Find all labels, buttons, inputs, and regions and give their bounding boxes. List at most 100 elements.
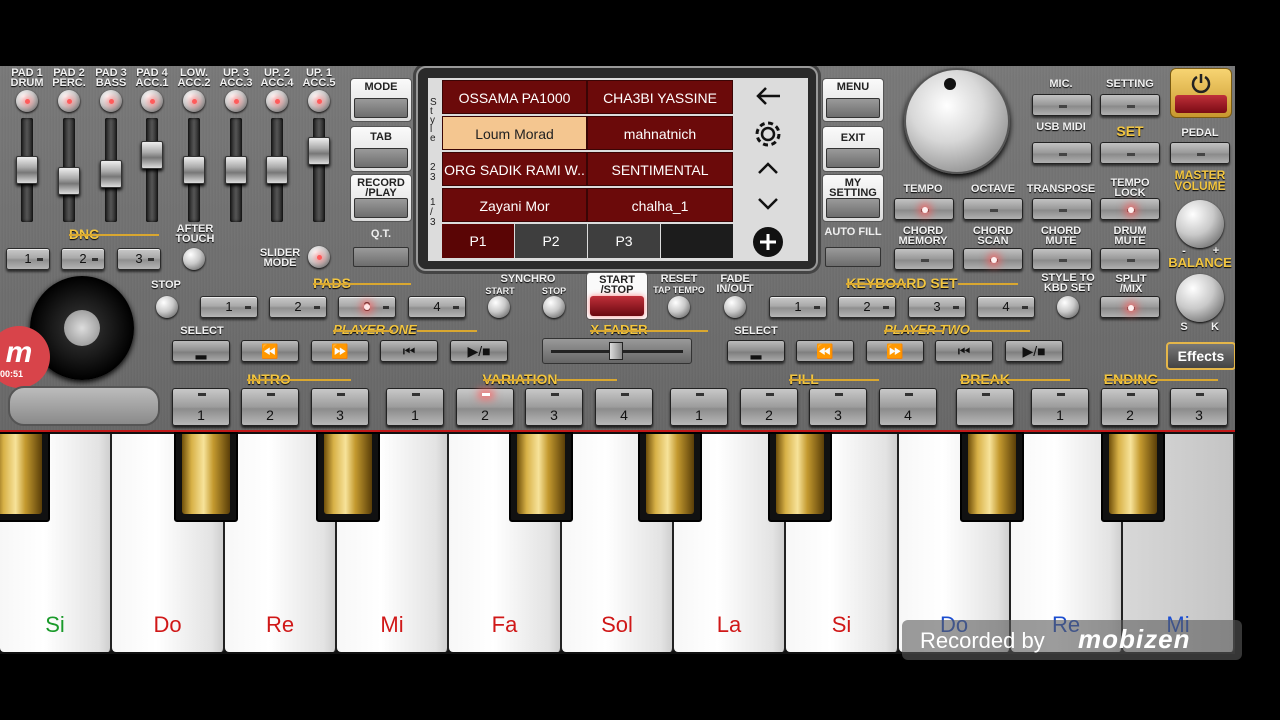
chord-scan-button[interactable] <box>963 248 1023 270</box>
kbd-set-button-2[interactable]: 2 <box>838 296 896 318</box>
fill-button-2[interactable]: 2 <box>740 388 798 426</box>
fill-button-4[interactable]: 4 <box>879 388 937 426</box>
black-key-2[interactable] <box>174 432 238 522</box>
x-fader[interactable] <box>542 338 692 364</box>
variation-button-3[interactable]: 3 <box>525 388 583 426</box>
gear-icon[interactable] <box>752 118 784 150</box>
set-button[interactable] <box>1100 142 1160 164</box>
page-tab-1[interactable]: P1 <box>442 224 514 258</box>
dnc-button-2[interactable]: 2 <box>61 248 105 270</box>
pads-stop-knob[interactable] <box>156 296 178 318</box>
sync-start-knob[interactable] <box>488 296 510 318</box>
pedal-button[interactable] <box>1170 142 1230 164</box>
black-key-5[interactable] <box>638 432 702 522</box>
mixer-fader-2[interactable] <box>58 167 80 196</box>
style-cell-3[interactable]: Loum Morad <box>442 116 587 150</box>
pitch-bend-bar[interactable] <box>8 386 160 426</box>
usb-midi-button[interactable] <box>1032 142 1092 164</box>
mixer-fader-7[interactable] <box>266 156 288 184</box>
octave-button[interactable] <box>963 198 1023 220</box>
player-one-prev-button[interactable]: ⏮ <box>380 340 438 362</box>
style-cell-7[interactable]: Zayani Mor <box>442 188 587 222</box>
my-setting-button[interactable]: MY SETTING <box>822 174 884 222</box>
mixer-knob-6[interactable] <box>225 90 247 112</box>
mixer-knob-8[interactable] <box>308 90 330 112</box>
drum-mute-button[interactable] <box>1100 248 1160 270</box>
pad-button-3[interactable]: 3 <box>338 296 396 318</box>
mixer-fader-4[interactable] <box>141 140 163 169</box>
intro-button-1[interactable]: 1 <box>172 388 230 426</box>
variation-button-4[interactable]: 4 <box>595 388 653 426</box>
tempo-dial[interactable] <box>904 68 1010 174</box>
style-cell-5[interactable]: ORG SADIK RAMI W.. <box>442 152 587 186</box>
add-icon[interactable] <box>752 226 784 258</box>
mixer-knob-2[interactable] <box>58 90 80 112</box>
qt-button[interactable]: Q.T. <box>350 226 412 270</box>
intro-button-2[interactable]: 2 <box>241 388 299 426</box>
kbd-set-button-4[interactable]: 4 <box>977 296 1035 318</box>
black-key-1[interactable] <box>0 432 50 522</box>
effects-button[interactable]: Effects <box>1166 342 1235 370</box>
mixer-knob-3[interactable] <box>100 90 122 112</box>
fade-knob[interactable] <box>724 296 746 318</box>
player-one-rewind-button[interactable]: ⏪ <box>241 340 299 362</box>
dnc-button-1[interactable]: 1 <box>6 248 50 270</box>
mixer-fader-5[interactable] <box>183 156 205 184</box>
style-to-kbd-knob[interactable] <box>1057 296 1079 318</box>
mixer-fader-3[interactable] <box>100 159 122 188</box>
chevron-down-icon[interactable] <box>756 196 780 212</box>
player-two-select-button[interactable]: ▂ <box>727 340 785 362</box>
pad-button-4[interactable]: 4 <box>408 296 466 318</box>
style-cell-6[interactable]: SENTIMENTAL <box>587 152 733 186</box>
auto-fill-button[interactable]: AUTO FILL <box>822 224 884 270</box>
intro-button-3[interactable]: 3 <box>311 388 369 426</box>
black-key-3[interactable] <box>316 432 380 522</box>
after-touch-knob[interactable] <box>183 248 205 270</box>
style-cell-4[interactable]: mahnatnich <box>587 116 733 150</box>
black-key-6[interactable] <box>768 432 832 522</box>
style-cell-2[interactable]: CHA3BI YASSINE <box>587 80 733 114</box>
dnc-button-3[interactable]: 3 <box>117 248 161 270</box>
style-cell-1[interactable]: OSSAMA PA1000 <box>442 80 587 114</box>
mixer-knob-7[interactable] <box>266 90 288 112</box>
x-fader-handle[interactable] <box>609 342 623 360</box>
pad-button-1[interactable]: 1 <box>200 296 258 318</box>
split-mix-button[interactable] <box>1100 296 1160 318</box>
reset-knob[interactable] <box>668 296 690 318</box>
break-button[interactable] <box>956 388 1014 426</box>
balance-knob[interactable] <box>1176 274 1224 322</box>
transpose-button[interactable] <box>1032 198 1092 220</box>
ending-button-2[interactable]: 2 <box>1101 388 1159 426</box>
menu-button[interactable]: MENU <box>822 78 884 122</box>
mic-button[interactable] <box>1032 94 1092 116</box>
start-stop-button[interactable]: START /STOP <box>586 272 648 320</box>
back-arrow-icon[interactable] <box>754 84 782 108</box>
master-volume-knob[interactable] <box>1176 200 1224 248</box>
variation-button-2[interactable]: 2 <box>456 388 514 426</box>
player-one-forward-button[interactable]: ⏩ <box>311 340 369 362</box>
chord-mute-button[interactable] <box>1032 248 1092 270</box>
mixer-knob-5[interactable] <box>183 90 205 112</box>
mixer-fader-1[interactable] <box>16 156 38 184</box>
player-two-rewind-button[interactable]: ⏪ <box>796 340 854 362</box>
mode-button[interactable]: MODE <box>350 78 412 122</box>
record-play-button[interactable]: RECORD /PLAY <box>350 174 412 222</box>
black-key-8[interactable] <box>1101 432 1165 522</box>
setting-button[interactable] <box>1100 94 1160 116</box>
mixer-fader-6[interactable] <box>225 156 247 184</box>
page-tab-3[interactable]: P3 <box>588 224 660 258</box>
variation-button-1[interactable]: 1 <box>386 388 444 426</box>
kbd-set-button-1[interactable]: 1 <box>769 296 827 318</box>
tab-button[interactable]: TAB <box>350 126 412 172</box>
ending-button-3[interactable]: 3 <box>1170 388 1228 426</box>
player-two-forward-button[interactable]: ⏩ <box>866 340 924 362</box>
chevron-up-icon[interactable] <box>756 160 780 176</box>
fill-button-3[interactable]: 3 <box>809 388 867 426</box>
chord-memory-button[interactable] <box>894 248 954 270</box>
slider-mode-knob[interactable] <box>308 246 330 268</box>
sync-stop-knob[interactable] <box>543 296 565 318</box>
exit-button[interactable]: EXIT <box>822 126 884 172</box>
tempo-button[interactable] <box>894 198 954 220</box>
mixer-knob-1[interactable] <box>16 90 38 112</box>
ending-button-1[interactable]: 1 <box>1031 388 1089 426</box>
